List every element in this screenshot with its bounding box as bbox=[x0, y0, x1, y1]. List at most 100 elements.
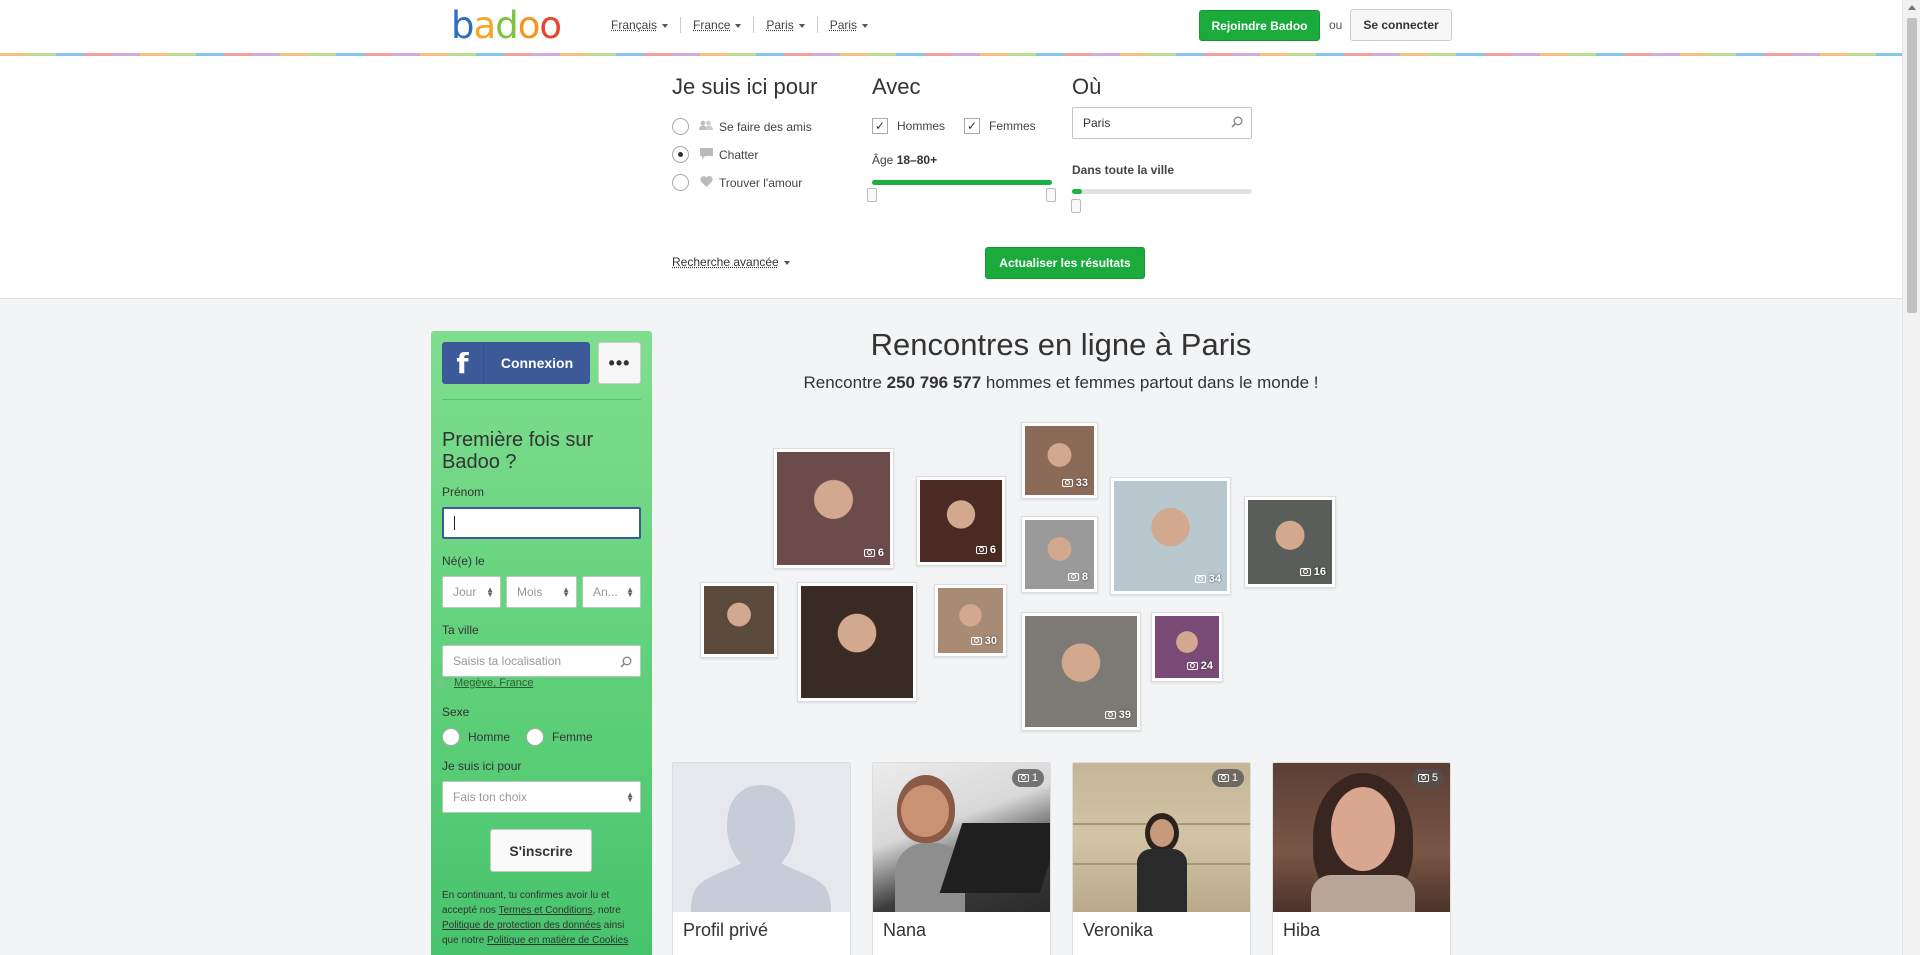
checkmark-icon[interactable]: ✓ bbox=[872, 118, 888, 134]
profile-photo: 6 bbox=[920, 480, 1002, 562]
photo-thumb[interactable]: 16 bbox=[1244, 496, 1336, 588]
photo-count: 33 bbox=[1076, 477, 1088, 489]
location-suggestion-link[interactable]: Megève, France bbox=[454, 677, 533, 689]
age-label: Âge 18–80+ bbox=[872, 153, 937, 167]
city-input[interactable]: Saisis ta localisation bbox=[442, 645, 641, 677]
age-min-handle[interactable] bbox=[867, 188, 877, 202]
female-radio[interactable] bbox=[526, 728, 544, 746]
men-label: Hommes bbox=[897, 119, 945, 133]
purpose-option-love[interactable]: Trouver l'amour bbox=[672, 174, 802, 191]
purpose-radio-selected[interactable] bbox=[672, 146, 689, 163]
women-checkbox[interactable]: ✓ Femmes bbox=[964, 118, 1036, 134]
age-slider[interactable] bbox=[872, 180, 1052, 185]
profile-photo: 30 bbox=[938, 588, 1003, 653]
firstname-input[interactable] bbox=[442, 507, 641, 539]
caret-down-icon bbox=[799, 24, 805, 28]
male-label: Homme bbox=[468, 730, 510, 744]
purpose-option-chat[interactable]: Chatter bbox=[672, 146, 758, 163]
birth-month-select[interactable]: Mois ▲ ▼ bbox=[506, 576, 577, 608]
camera-icon bbox=[1218, 774, 1229, 782]
camera-icon bbox=[1195, 575, 1206, 583]
page-scrollbar[interactable] bbox=[1902, 0, 1920, 955]
photo-thumb[interactable]: 6 bbox=[773, 448, 894, 569]
birth-year-select[interactable]: An... ▲ ▼ bbox=[582, 576, 641, 608]
more-options-button[interactable]: ••• bbox=[598, 342, 641, 384]
photo-count-badge: 30 bbox=[971, 635, 997, 647]
photo-thumb[interactable]: 30 bbox=[934, 584, 1007, 657]
city-search-input[interactable]: Paris bbox=[1072, 107, 1252, 139]
photo-count-badge: 5 bbox=[1412, 769, 1444, 787]
year-placeholder: An... bbox=[593, 585, 618, 599]
sex-male-option[interactable]: Homme bbox=[442, 728, 510, 746]
login-button[interactable]: Se connecter bbox=[1350, 9, 1452, 41]
join-button[interactable]: Rejoindre Badoo bbox=[1199, 10, 1320, 41]
age-max-handle[interactable] bbox=[1046, 188, 1056, 202]
camera-icon bbox=[1105, 711, 1116, 719]
profile-name: Nana bbox=[883, 920, 926, 941]
profile-photo: 8 bbox=[1025, 520, 1094, 589]
city-placeholder: Saisis ta localisation bbox=[453, 654, 561, 668]
profile-photo: 33 bbox=[1025, 426, 1094, 495]
language-label: Français bbox=[611, 18, 657, 32]
privacy-link[interactable]: Politique de protection des données bbox=[442, 920, 601, 931]
country-dropdown[interactable]: France bbox=[680, 17, 753, 33]
purpose-radio[interactable] bbox=[672, 118, 689, 135]
scrollbar-thumb[interactable] bbox=[1907, 18, 1917, 313]
male-radio[interactable] bbox=[442, 728, 460, 746]
badoo-logo[interactable]: badoo bbox=[451, 7, 561, 43]
top-header: badoo Français France Paris Paris Rejoin… bbox=[0, 0, 1902, 54]
updown-icon: ▲ ▼ bbox=[626, 587, 634, 597]
distance-slider[interactable] bbox=[1072, 189, 1252, 194]
photo-count-badge: 33 bbox=[1062, 477, 1088, 489]
sex-label: Sexe bbox=[442, 705, 469, 719]
birth-day-select[interactable]: Jour ▲ ▼ bbox=[442, 576, 501, 608]
photo-thumb[interactable]: 24 bbox=[1151, 612, 1223, 682]
photo-count-badge: 39 bbox=[1105, 709, 1131, 721]
cookies-link[interactable]: Politique en matière de Cookies bbox=[487, 935, 628, 946]
region-dropdown[interactable]: Paris bbox=[753, 17, 816, 33]
search-icon[interactable] bbox=[1231, 116, 1243, 128]
photo-thumb[interactable] bbox=[797, 582, 917, 702]
purpose-title: Je suis ici pour bbox=[672, 74, 818, 100]
purpose-radio[interactable] bbox=[672, 174, 689, 191]
photo-thumb[interactable]: 6 bbox=[916, 476, 1006, 566]
city-dropdown[interactable]: Paris bbox=[817, 17, 880, 33]
photo-thumb[interactable]: 34 bbox=[1110, 477, 1231, 595]
month-placeholder: Mois bbox=[517, 585, 542, 599]
facebook-login-label: Connexion bbox=[484, 355, 590, 371]
profile-name: Hiba bbox=[1283, 920, 1320, 941]
facebook-login-button[interactable]: f Connexion bbox=[442, 342, 590, 384]
terms-link[interactable]: Termes et Conditions bbox=[499, 905, 593, 916]
men-checkbox[interactable]: ✓ Hommes bbox=[872, 118, 945, 134]
profile-card[interactable]: Profil privé bbox=[672, 762, 851, 955]
photo-thumb[interactable] bbox=[700, 582, 778, 658]
camera-icon bbox=[1062, 479, 1073, 487]
photo-count: 6 bbox=[990, 544, 996, 556]
silhouette-icon bbox=[673, 763, 850, 912]
age-prefix: Âge bbox=[872, 153, 893, 167]
city-label: Paris bbox=[830, 18, 857, 32]
caret-down-icon bbox=[662, 24, 668, 28]
firstname-label: Prénom bbox=[442, 485, 484, 499]
photo-count: 16 bbox=[1314, 566, 1326, 578]
purpose-select[interactable]: Fais ton choix ▲ ▼ bbox=[442, 781, 641, 813]
profile-card[interactable]: 1 Veronika bbox=[1072, 762, 1251, 955]
member-count: 250 796 577 bbox=[887, 373, 982, 392]
language-dropdown[interactable]: Français bbox=[611, 17, 680, 33]
advanced-search-link[interactable]: Recherche avancée bbox=[672, 255, 790, 269]
profile-card[interactable]: 1 Nana bbox=[872, 762, 1051, 955]
caret-down-icon bbox=[784, 261, 790, 265]
distance-handle[interactable] bbox=[1071, 199, 1081, 213]
update-results-button[interactable]: Actualiser les résultats bbox=[985, 247, 1145, 279]
photo-thumb[interactable]: 8 bbox=[1021, 516, 1098, 593]
checkmark-icon[interactable]: ✓ bbox=[964, 118, 980, 134]
scroll-up-icon[interactable] bbox=[1908, 5, 1916, 10]
profile-card[interactable]: 5 Hiba bbox=[1272, 762, 1451, 955]
photo-count: 30 bbox=[985, 635, 997, 647]
photo-thumb[interactable]: 39 bbox=[1021, 612, 1141, 731]
photo-thumb[interactable]: 33 bbox=[1021, 422, 1098, 499]
purpose-placeholder: Fais ton choix bbox=[453, 790, 527, 804]
signup-submit-button[interactable]: S'inscrire bbox=[490, 829, 592, 872]
purpose-option-friends[interactable]: Se faire des amis bbox=[672, 118, 812, 135]
sex-female-option[interactable]: Femme bbox=[526, 728, 593, 746]
